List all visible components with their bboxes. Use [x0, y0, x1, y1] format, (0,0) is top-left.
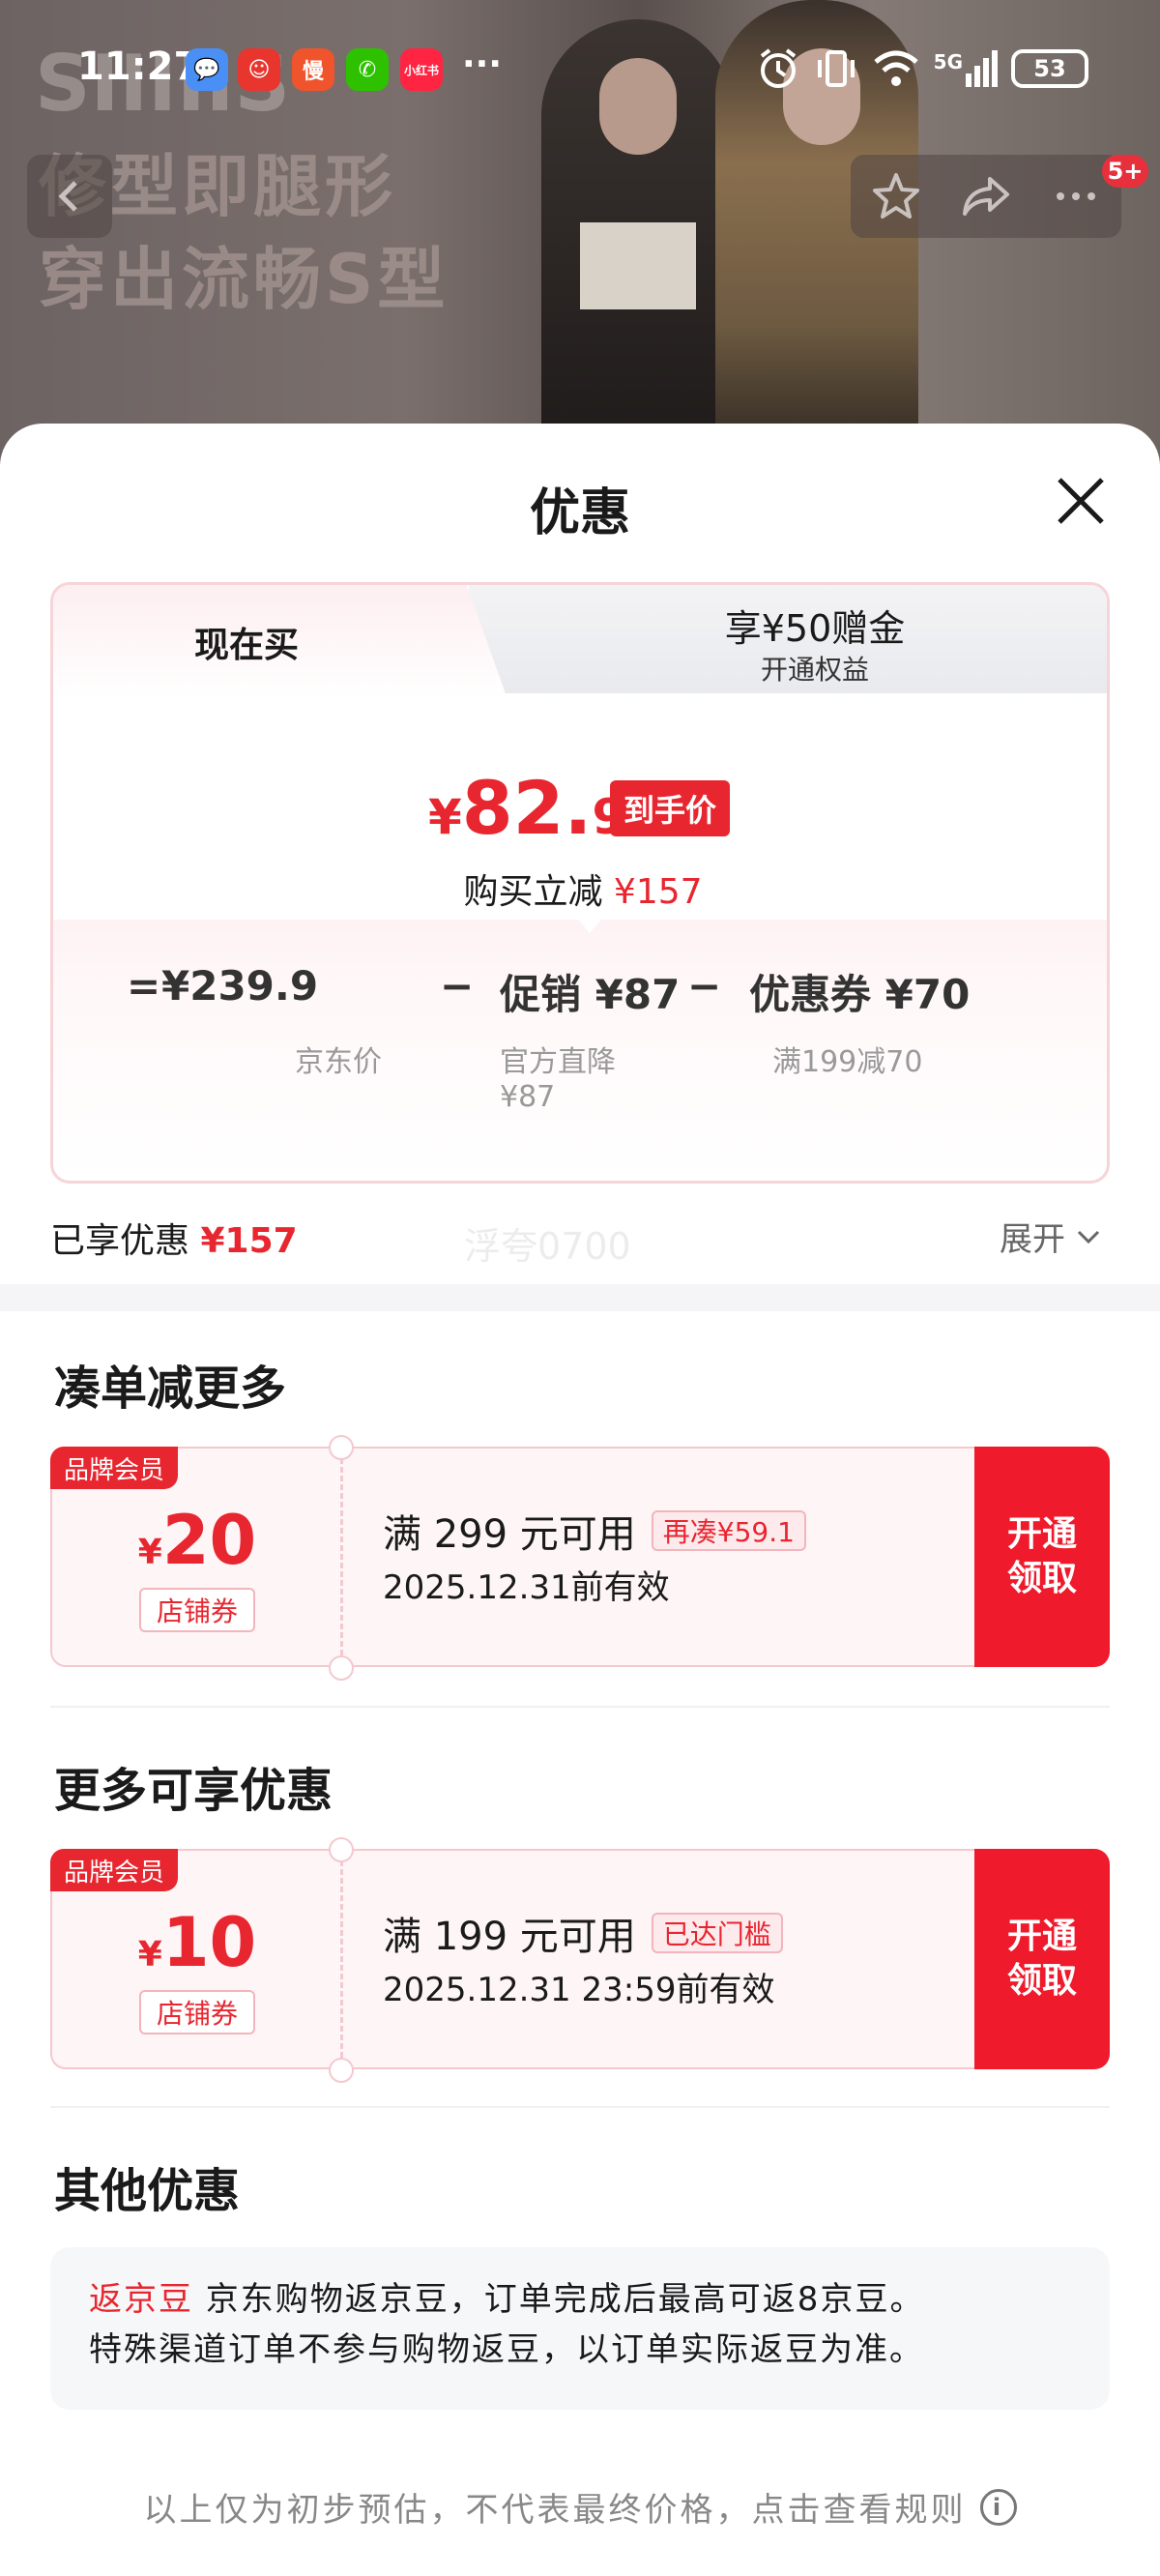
final-price-symbol: ¥	[428, 789, 462, 845]
disclaimer-text: 以上仅为初步预估，不代表最终价格，点击查看规则	[143, 2491, 967, 2530]
wechat-icon: ✆	[346, 48, 389, 91]
coupon-type-tag: 店铺券	[139, 1990, 255, 2034]
action-line1: 开通	[1006, 1514, 1077, 1554]
final-price-integer: 82.	[461, 765, 593, 851]
coupon-condition-text: 满 199 元可用	[383, 1915, 636, 1959]
vibrate-icon	[817, 50, 855, 87]
promo-label-line1: 官方直降	[500, 1045, 616, 1079]
promo-label-line2: ¥87	[500, 1080, 556, 1114]
activate-claim-button[interactable]: 开通 领取	[974, 1849, 1110, 2069]
tab-member-subtitle[interactable]: 开通权益	[517, 649, 1107, 688]
status-bar: 11:27 💬 ☺ 慢 ✆ 小红书 ··· 5G 53	[0, 0, 1160, 135]
info-icon[interactable]: i	[979, 2488, 1017, 2526]
system-icons: 5G 53	[756, 46, 1088, 91]
brand-member-tag: 品牌会员	[50, 1849, 179, 1891]
favorite-star-icon[interactable]	[869, 169, 923, 223]
instant-save-label: 购买立减	[463, 872, 603, 912]
coupon-validity: 2025.12.31 23:59前有效	[383, 1971, 775, 2009]
coupon-label: 满199减70	[772, 1045, 923, 1079]
coupon-card-2: ¥10 店铺券 品牌会员 满 199 元可用 已达门槛 2025.12.31 2…	[50, 1837, 1110, 2083]
coupon-condition-tag: 已达门槛	[651, 1913, 783, 1953]
price-disclaimer[interactable]: 以上仅为初步预估，不代表最终价格，点击查看规则 i	[0, 2483, 1160, 2531]
price-card: 现在买 享¥50赠金 开通权益 ¥ 82. 9 到手价 购买立减 ¥157 = …	[50, 582, 1110, 1184]
coupon-amount: ¥10	[52, 1903, 342, 1982]
back-button[interactable]	[27, 155, 112, 238]
enjoyed-discount: 已享优惠 ¥157	[50, 1213, 298, 1263]
chevron-left-icon	[58, 181, 77, 212]
final-price: ¥ 82. 9	[428, 765, 625, 851]
close-icon[interactable]	[1054, 474, 1108, 528]
coupon-card-1: ¥20 店铺券 品牌会员 满 299 元可用 再凑¥59.1 2025.12.3…	[50, 1435, 1110, 1681]
more-options-icon[interactable]	[1049, 169, 1103, 223]
coupon-validity: 2025.12.31前有效	[383, 1568, 670, 1607]
coupon-amount: ¥20	[52, 1501, 342, 1580]
coupon-type-tag: 店铺券	[139, 1588, 255, 1632]
coupon-amount-symbol: ¥	[137, 1533, 162, 1572]
expand-label: 展开	[1000, 1220, 1065, 1259]
tab-now[interactable]: 现在买	[53, 585, 440, 699]
hero-slogan-line2: 穿出流畅S型	[39, 240, 450, 319]
coupon-condition-text: 满 299 元可用	[383, 1512, 636, 1557]
divider	[50, 2106, 1110, 2108]
coupon-amount-symbol: ¥	[137, 1935, 162, 1975]
jd-price-label: 京东价	[295, 1045, 382, 1079]
jd-bean-label: 返京豆	[89, 2280, 193, 2319]
enjoyed-label: 已享优惠	[50, 1221, 190, 1261]
network-type: 5G	[933, 50, 963, 73]
section-divider	[0, 1284, 1160, 1311]
action-line2: 领取	[1006, 1559, 1077, 1598]
coupon-condition-tag: 再凑¥59.1	[651, 1510, 806, 1551]
expand-button[interactable]: 展开	[1000, 1213, 1102, 1260]
action-line1: 开通	[1006, 1917, 1077, 1956]
xiaohongshu-icon: 小红书	[400, 48, 443, 91]
message-badge: 5+	[1102, 155, 1148, 188]
slow-app-icon: 慢	[292, 48, 334, 91]
cellular-signal-icon: 5G	[934, 50, 998, 87]
jd-bean-text-2: 特殊渠道订单不参与购物返豆，以订单实际返豆为准。	[89, 2330, 924, 2369]
jd-bean-text-1: 京东购物返京豆，订单完成后最高可返8京豆。	[193, 2280, 925, 2319]
coupon-condition: 满 199 元可用 已达门槛	[383, 1905, 783, 1961]
battery-icon: 53	[1011, 49, 1088, 88]
coupon-amount-value: 10	[161, 1903, 257, 1982]
formula-minus-1: −	[440, 962, 475, 1010]
messages-icon: 💬	[186, 48, 228, 91]
section-title-more-discount: 凑单减更多	[54, 1361, 287, 1416]
formula-promo: 促销 ¥87	[500, 971, 681, 1018]
coupon-amount-value: 20	[161, 1501, 257, 1580]
section-title-other: 其他优惠	[54, 2164, 241, 2218]
section-title-more-offers: 更多可享优惠	[54, 1764, 334, 1818]
alarm-icon	[760, 48, 796, 88]
sheet-title: 优惠	[529, 484, 630, 542]
chevron-down-icon	[1077, 1230, 1100, 1244]
divider	[50, 1706, 1110, 1708]
top-actions-bar	[851, 155, 1121, 238]
formula-coupon: 优惠券 ¥70	[749, 971, 971, 1018]
action-line2: 领取	[1006, 1961, 1077, 2001]
promo-label: 官方直降 ¥87	[500, 1038, 616, 1114]
cartoon-app-icon: ☺	[238, 48, 280, 91]
instant-save-value: ¥157	[613, 872, 703, 912]
activate-claim-button[interactable]: 开通 领取	[974, 1447, 1110, 1667]
coupon-condition: 满 299 元可用 再凑¥59.1	[383, 1503, 806, 1559]
jd-bean-rebate-info: 返京豆 京东购物返京豆，订单完成后最高可返8京豆。 特殊渠道订单不参与购物返豆，…	[50, 2247, 1110, 2410]
discount-sheet: 优惠 现在买 享¥50赠金 开通权益 ¥ 82. 9 到手价 购买立减 ¥157…	[0, 424, 1160, 2576]
final-price-tag: 到手价	[610, 780, 731, 836]
instant-save-line: 购买立减 ¥157	[53, 864, 1107, 914]
breakdown-pointer	[577, 918, 602, 933]
formula-minus-2: −	[687, 962, 722, 1010]
more-notifications-icon: ···	[462, 44, 503, 84]
wifi-icon	[874, 50, 918, 86]
brand-member-tag: 品牌会员	[50, 1447, 179, 1489]
tab-member-title[interactable]: 享¥50赠金	[517, 599, 1107, 652]
watermark: 浮夸0700	[464, 1225, 631, 1268]
formula-jd-price: ¥239.9	[161, 962, 319, 1010]
share-icon[interactable]	[959, 169, 1013, 223]
formula-equals: =	[127, 962, 161, 1010]
enjoyed-value: ¥157	[200, 1221, 298, 1261]
status-time: 11:27	[77, 44, 201, 89]
